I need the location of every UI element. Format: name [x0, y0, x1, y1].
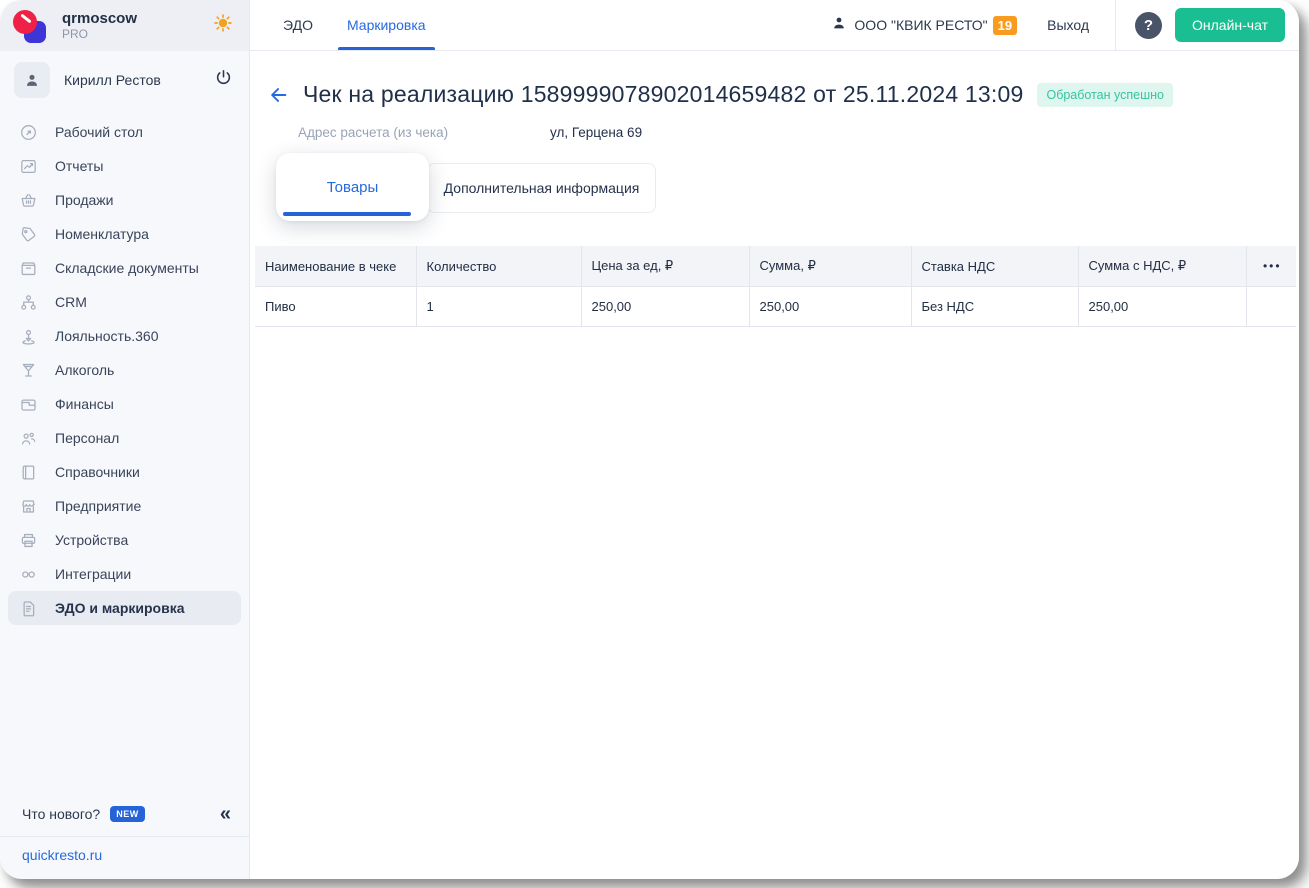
table-columns-menu-icon[interactable]: ••• [1246, 246, 1296, 287]
sidebar-item-reports[interactable]: Отчеты [8, 149, 241, 183]
store-icon [18, 497, 38, 516]
app-window: qrmoscow PRO Кирилл Рестов [0, 0, 1299, 879]
col-quantity: Количество [416, 246, 581, 287]
quickresto-logo-icon [12, 8, 48, 44]
org-name: ООО "КВИК РЕСТО" [854, 17, 987, 33]
address-value: ул, Герцена 69 [550, 125, 642, 140]
workspace-name: qrmoscow [62, 10, 137, 27]
address-row: Адрес расчета (из чека) ул, Герцена 69 [298, 125, 1296, 140]
glass-icon [18, 361, 38, 380]
org-count-badge: 19 [993, 16, 1017, 35]
people-icon [18, 429, 38, 448]
sidebar-item-directories[interactable]: Справочники [8, 455, 241, 489]
sidebar-item-warehouse-docs[interactable]: Складские документы [8, 251, 241, 285]
sidebar-header: qrmoscow PRO [0, 0, 249, 51]
table-row[interactable]: Пиво 1 250,00 250,00 Без НДС 250,00 [255, 287, 1296, 327]
col-sum: Сумма, ₽ [749, 246, 911, 287]
whats-new-link[interactable]: Что нового? [22, 806, 100, 822]
sidebar-footer: Что нового? NEW « quickresto.ru [0, 794, 249, 879]
book-icon [18, 463, 38, 482]
printer-icon [18, 531, 38, 550]
sidebar-item-devices[interactable]: Устройства [8, 523, 241, 557]
col-vat-rate: Ставка НДС [911, 246, 1078, 287]
status-badge: Обработан успешно [1037, 83, 1173, 107]
logout-power-icon[interactable] [214, 68, 233, 92]
sidebar-item-staff[interactable]: Персонал [8, 421, 241, 455]
online-chat-button[interactable]: Онлайн-чат [1175, 8, 1285, 42]
items-table: Наименование в чеке Количество Цена за е… [255, 246, 1296, 327]
infinity-icon [18, 565, 38, 584]
cell-unit-price: 250,00 [581, 287, 749, 327]
sidebar-item-nomenclature[interactable]: Номенклатура [8, 217, 241, 251]
workspace-block: qrmoscow PRO [62, 10, 137, 41]
user-row[interactable]: Кирилл Рестов [0, 51, 249, 109]
quickresto-site-link[interactable]: quickresto.ru [22, 847, 102, 863]
collapse-sidebar-icon[interactable]: « [220, 804, 231, 824]
sidebar-item-integrations[interactable]: Интеграции [8, 557, 241, 591]
cell-sum: 250,00 [749, 287, 911, 327]
sidebar-item-sales[interactable]: Продажи [8, 183, 241, 217]
tag-icon [18, 225, 38, 244]
cell-vat-rate: Без НДС [911, 287, 1078, 327]
user-name: Кирилл Рестов [64, 72, 161, 88]
logout-button[interactable]: Выход [1047, 17, 1089, 33]
content: Чек на реализацию 1589999078902014659482… [250, 51, 1299, 879]
sidebar-item-alcohol[interactable]: Алкоголь [8, 353, 241, 387]
org-person-icon [831, 15, 847, 36]
sidebar-item-crm[interactable]: CRM [8, 285, 241, 319]
help-button[interactable]: ? [1135, 12, 1162, 39]
tab-marking[interactable]: Маркировка [347, 0, 426, 50]
sidebar-item-loyalty[interactable]: Лояльность.360 [8, 319, 241, 353]
crm-icon [18, 293, 38, 312]
document-icon [18, 599, 38, 618]
col-name: Наименование в чеке [255, 246, 416, 287]
wallet-icon [18, 395, 38, 414]
table-header-row: Наименование в чеке Количество Цена за е… [255, 246, 1296, 287]
theme-toggle-sun-icon[interactable] [213, 13, 233, 38]
box-icon [18, 259, 38, 278]
workspace-plan: PRO [62, 27, 137, 41]
reports-icon [18, 157, 38, 176]
back-arrow-icon[interactable] [268, 84, 290, 106]
org-selector[interactable]: ООО "КВИК РЕСТО" 19 [831, 15, 1017, 36]
detail-tabs: Товары Дополнительная информация [255, 153, 1296, 243]
sidebar-nav: Рабочий стол Отчеты Продажи Номенклатура… [0, 109, 249, 631]
topbar-divider [1115, 0, 1116, 50]
tab-goods[interactable]: Товары [276, 153, 429, 221]
page-title: Чек на реализацию 1589999078902014659482… [303, 81, 1023, 108]
sidebar-item-enterprise[interactable]: Предприятие [8, 489, 241, 523]
topbar: ЭДО Маркировка ООО "КВИК РЕСТО" 19 Выход… [250, 0, 1299, 51]
main-pane: ЭДО Маркировка ООО "КВИК РЕСТО" 19 Выход… [250, 0, 1299, 879]
cell-sum-with-vat: 250,00 [1078, 287, 1246, 327]
cell-name: Пиво [255, 287, 416, 327]
sidebar-item-edo-marking[interactable]: ЭДО и маркировка [8, 591, 241, 625]
sidebar-item-desktop[interactable]: Рабочий стол [8, 115, 241, 149]
new-badge: NEW [110, 806, 145, 822]
desktop-icon [18, 123, 38, 142]
sidebar-item-finance[interactable]: Финансы [8, 387, 241, 421]
loyalty-icon [18, 327, 38, 346]
col-unit-price: Цена за ед, ₽ [581, 246, 749, 287]
col-sum-with-vat: Сумма с НДС, ₽ [1078, 246, 1246, 287]
tab-edo[interactable]: ЭДО [283, 0, 313, 50]
address-label: Адрес расчета (из чека) [298, 125, 550, 140]
tab-additional-info[interactable]: Дополнительная информация [427, 163, 656, 213]
sales-icon [18, 191, 38, 210]
cell-quantity: 1 [416, 287, 581, 327]
user-avatar [14, 62, 50, 98]
sidebar: qrmoscow PRO Кирилл Рестов [0, 0, 250, 879]
